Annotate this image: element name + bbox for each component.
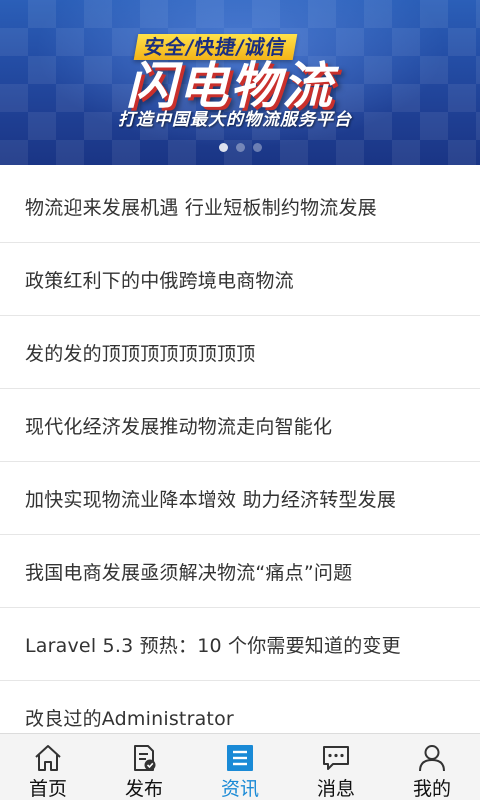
message-icon <box>323 746 349 770</box>
list-item[interactable]: 我国电商发展亟须解决物流“痛点”问题 <box>0 535 480 608</box>
tab-label: 消息 <box>316 778 355 800</box>
list-item[interactable]: 政策红利下的中俄跨境电商物流 <box>0 243 480 316</box>
tab-label: 首页 <box>28 778 67 800</box>
news-title: 我国电商发展亟须解决物流“痛点”问题 <box>25 561 353 584</box>
carousel-indicator <box>0 143 480 152</box>
banner-carousel[interactable]: 安全/快捷/诚信 闪电物流 打造中国最大的物流服务平台 <box>0 0 480 165</box>
list-item[interactable]: 物流迎来发展机遇 行业短板制约物流发展 <box>0 170 480 243</box>
list-item[interactable]: Laravel 5.3 预热：10 个你需要知道的变更 <box>0 608 480 681</box>
tab-profile[interactable]: 我的 <box>384 734 480 800</box>
publish-icon <box>134 745 156 771</box>
list-item[interactable]: 改良过的Administrator <box>0 681 480 733</box>
profile-icon <box>419 745 445 772</box>
news-list: 物流迎来发展机遇 行业短板制约物流发展 政策红利下的中俄跨境电商物流 发的发的顶… <box>0 170 480 733</box>
carousel-dot[interactable] <box>218 143 228 152</box>
tab-label: 资讯 <box>220 778 259 800</box>
list-item[interactable]: 发的发的顶顶顶顶顶顶顶顶 <box>0 316 480 389</box>
news-title: 现代化经济发展推动物流走向智能化 <box>25 415 333 438</box>
news-title: 加快实现物流业降本增效 助力经济转型发展 <box>25 488 397 511</box>
news-title: 政策红利下的中俄跨境电商物流 <box>25 269 294 292</box>
news-title: Laravel 5.3 预热：10 个你需要知道的变更 <box>25 634 401 657</box>
bottom-tab-bar: 首页 发布 资讯 消息 我的 <box>0 733 480 800</box>
banner-title: 闪电物流 <box>126 57 334 115</box>
news-title: 发的发的顶顶顶顶顶顶顶顶 <box>25 342 256 365</box>
news-icon <box>227 745 253 771</box>
carousel-dot[interactable] <box>252 143 262 152</box>
tab-publish[interactable]: 发布 <box>96 734 192 800</box>
tab-home[interactable]: 首页 <box>0 734 96 800</box>
carousel-dot[interactable] <box>235 143 245 152</box>
tab-label: 发布 <box>124 778 163 800</box>
tab-label: 我的 <box>412 778 451 800</box>
list-item[interactable]: 加快实现物流业降本增效 助力经济转型发展 <box>0 462 480 535</box>
banner-subtitle: 打造中国最大的物流服务平台 <box>118 110 352 130</box>
news-title: 改良过的Administrator <box>25 707 234 730</box>
tab-news[interactable]: 资讯 <box>192 734 288 800</box>
home-icon <box>35 745 61 771</box>
tab-messages[interactable]: 消息 <box>288 734 384 800</box>
list-item[interactable]: 现代化经济发展推动物流走向智能化 <box>0 389 480 462</box>
news-title: 物流迎来发展机遇 行业短板制约物流发展 <box>25 196 377 219</box>
